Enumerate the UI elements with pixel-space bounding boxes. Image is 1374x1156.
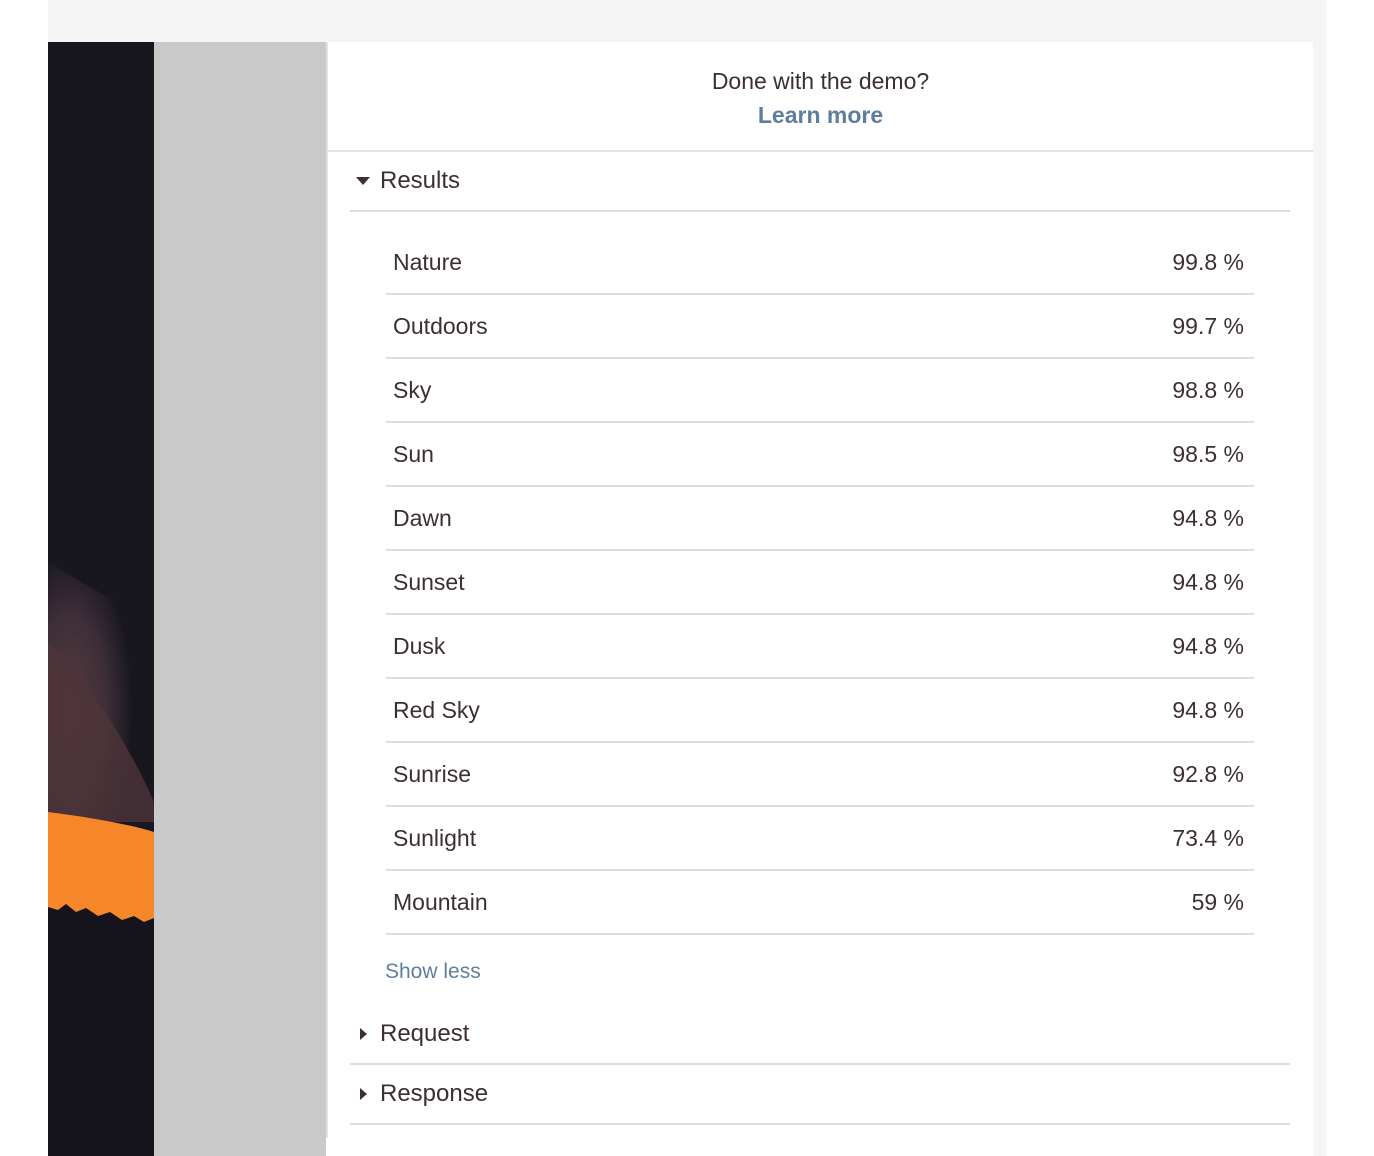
result-confidence: 94.8 % [1172,568,1244,595]
result-row: Sun 98.5 % [386,423,1254,487]
demo-banner: Done with the demo? Learn more [328,42,1313,152]
result-label: Sky [393,376,432,403]
learn-more-link[interactable]: Learn more [758,101,883,129]
result-row: Sunrise 92.8 % [386,743,1254,807]
result-label: Dusk [393,632,446,659]
result-confidence: 94.8 % [1172,504,1244,531]
caret-right-icon [346,1028,380,1040]
results-list: Nature 99.8 % Outdoors 99.7 % Sky 98.8 % Sun 98… [386,231,1254,935]
result-label: Sunset [393,568,465,595]
result-label: Sunrise [393,760,471,787]
request-section-toggle[interactable]: Request [350,1005,1290,1065]
result-label: Dawn [393,504,452,531]
result-row: Outdoors 99.7 % [386,295,1254,359]
result-confidence: 94.8 % [1172,632,1244,659]
page: Done with the demo? Learn more Results N… [0,0,1374,1156]
result-confidence: 98.5 % [1172,440,1244,467]
sunset-image-preview [48,42,154,1156]
result-confidence: 98.8 % [1172,376,1244,403]
result-label: Sunlight [393,824,477,851]
result-confidence: 92.8 % [1172,760,1244,787]
caret-down-icon [346,177,380,185]
result-confidence: 94.8 % [1172,696,1244,723]
show-less-link[interactable]: Show less [385,959,481,985]
results-section-label: Results [380,167,461,194]
result-confidence: 99.8 % [1172,248,1244,275]
results-section-toggle[interactable]: Results [350,152,1290,212]
results-panel: Done with the demo? Learn more Results N… [328,42,1313,1156]
right-strip [1313,42,1327,1156]
result-row: Sunset 94.8 % [386,551,1254,615]
caret-right-icon [346,1088,380,1100]
result-label: Outdoors [393,312,488,339]
result-row: Sunlight 73.4 % [386,807,1254,871]
request-section-label: Request [380,1020,470,1047]
result-row: Sky 98.8 % [386,359,1254,423]
result-label: Sun [393,440,434,467]
result-row: Dusk 94.8 % [386,615,1254,679]
result-label: Nature [393,248,463,275]
response-section-toggle[interactable]: Response [350,1065,1290,1125]
result-confidence: 59 % [1191,888,1244,915]
result-row: Red Sky 94.8 % [386,679,1254,743]
top-strip [48,0,1327,42]
demo-title: Done with the demo? [711,68,930,94]
result-label: Mountain [393,888,488,915]
image-side-panel [154,42,326,1156]
result-confidence: 73.4 % [1172,824,1244,851]
result-confidence: 99.7 % [1172,312,1244,339]
result-row: Mountain 59 % [386,871,1254,935]
response-section-label: Response [380,1080,489,1107]
result-label: Red Sky [393,696,480,723]
result-row: Nature 99.8 % [386,231,1254,295]
result-row: Dawn 94.8 % [386,487,1254,551]
